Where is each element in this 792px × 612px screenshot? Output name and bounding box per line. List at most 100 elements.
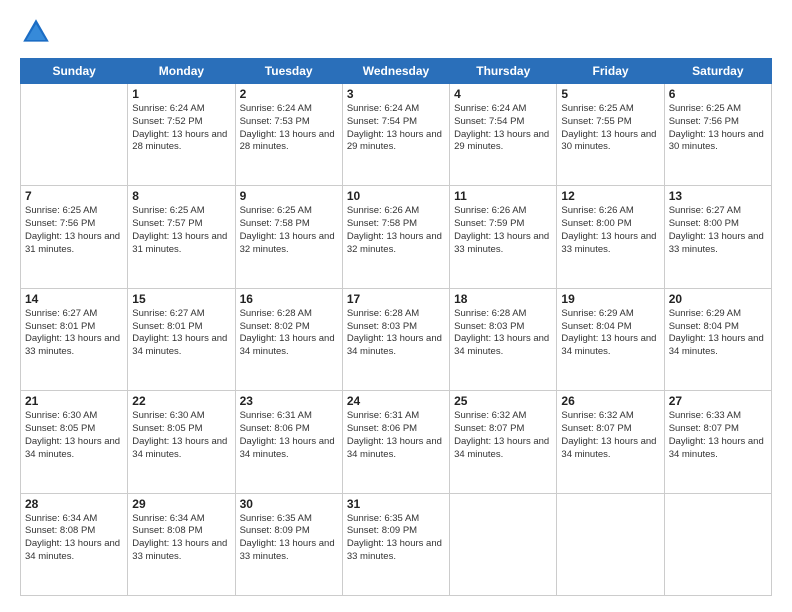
calendar-cell: 9Sunrise: 6:25 AM Sunset: 7:58 PM Daylig… (235, 186, 342, 288)
day-number: 7 (25, 189, 123, 203)
calendar-cell: 28 Sunrise: 6:34 AM Sunset: 8:08 PM Dayli… (21, 493, 128, 595)
day-number: 18 (454, 292, 552, 306)
day-info: Sunrise: 6:25 AM Sunset: 7:56 PM Dayligh… (25, 205, 123, 256)
day-number: 13 (669, 189, 767, 203)
day-info: Sunrise: 6:25 AM Sunset: 7:55 PM Dayligh… (561, 103, 659, 154)
day-info: Sunrise: 6:24 AM Sunset: 7:54 PM Dayligh… (454, 103, 552, 154)
header-cell-wednesday: Wednesday (342, 59, 449, 84)
day-info: Sunrise: 6:28 AM Sunset: 8:03 PM Dayligh… (347, 308, 445, 359)
calendar-cell: 5 Sunrise: 6:25 AM Sunset: 7:55 PM Daylig… (557, 84, 664, 186)
calendar-week-3: 21Sunrise: 6:30 AM Sunset: 8:05 PM Dayli… (21, 391, 772, 493)
calendar-header-row: SundayMondayTuesdayWednesdayThursdayFrid… (21, 59, 772, 84)
day-info: Sunrise: 6:26 AM Sunset: 7:58 PM Dayligh… (347, 205, 445, 256)
day-number: 12 (561, 189, 659, 203)
day-number: 30 (240, 497, 338, 511)
day-number: 15 (132, 292, 230, 306)
calendar-cell: 7 Sunrise: 6:25 AM Sunset: 7:56 PM Daylig… (21, 186, 128, 288)
day-number: 2 (240, 87, 338, 101)
day-info: Sunrise: 6:35 AM Sunset: 8:09 PM Dayligh… (240, 513, 338, 564)
day-number: 29 (132, 497, 230, 511)
day-number: 4 (454, 87, 552, 101)
calendar-cell: 11 Sunrise: 6:26 AM Sunset: 7:59 PM Dayli… (450, 186, 557, 288)
header-cell-thursday: Thursday (450, 59, 557, 84)
day-number: 9 (240, 189, 338, 203)
page: SundayMondayTuesdayWednesdayThursdayFrid… (0, 0, 792, 612)
day-info: Sunrise: 6:32 AM Sunset: 8:07 PM Dayligh… (561, 410, 659, 461)
day-info: Sunrise: 6:26 AM Sunset: 8:00 PM Dayligh… (561, 205, 659, 256)
calendar-cell (21, 84, 128, 186)
calendar-cell (557, 493, 664, 595)
calendar-cell: 31 Sunrise: 6:35 AM Sunset: 8:09 PM Dayli… (342, 493, 449, 595)
day-info: Sunrise: 6:31 AM Sunset: 8:06 PM Dayligh… (240, 410, 338, 461)
day-number: 1 (132, 87, 230, 101)
day-info: Sunrise: 6:24 AM Sunset: 7:52 PM Dayligh… (132, 103, 230, 154)
day-info: Sunrise: 6:35 AM Sunset: 8:09 PM Dayligh… (347, 513, 445, 564)
day-number: 10 (347, 189, 445, 203)
day-info: Sunrise: 6:24 AM Sunset: 7:53 PM Dayligh… (240, 103, 338, 154)
day-number: 14 (25, 292, 123, 306)
calendar-cell: 16Sunrise: 6:28 AM Sunset: 8:02 PM Dayli… (235, 288, 342, 390)
calendar-cell: 12 Sunrise: 6:26 AM Sunset: 8:00 PM Dayli… (557, 186, 664, 288)
calendar-cell: 25Sunrise: 6:32 AM Sunset: 8:07 PM Dayli… (450, 391, 557, 493)
day-number: 3 (347, 87, 445, 101)
calendar-cell: 2 Sunrise: 6:24 AM Sunset: 7:53 PM Daylig… (235, 84, 342, 186)
day-info: Sunrise: 6:27 AM Sunset: 8:01 PM Dayligh… (132, 308, 230, 359)
day-info: Sunrise: 6:30 AM Sunset: 8:05 PM Dayligh… (25, 410, 123, 461)
calendar-cell: 20 Sunrise: 6:29 AM Sunset: 8:04 PM Dayli… (664, 288, 771, 390)
day-info: Sunrise: 6:31 AM Sunset: 8:06 PM Dayligh… (347, 410, 445, 461)
calendar-cell: 15 Sunrise: 6:27 AM Sunset: 8:01 PM Dayli… (128, 288, 235, 390)
calendar-cell: 22 Sunrise: 6:30 AM Sunset: 8:05 PM Dayli… (128, 391, 235, 493)
calendar-cell (664, 493, 771, 595)
day-number: 19 (561, 292, 659, 306)
day-number: 24 (347, 394, 445, 408)
calendar-week-2: 14 Sunrise: 6:27 AM Sunset: 8:01 PM Dayli… (21, 288, 772, 390)
day-number: 6 (669, 87, 767, 101)
calendar-cell: 14 Sunrise: 6:27 AM Sunset: 8:01 PM Dayli… (21, 288, 128, 390)
header (20, 16, 772, 48)
day-number: 20 (669, 292, 767, 306)
calendar: SundayMondayTuesdayWednesdayThursdayFrid… (20, 58, 772, 596)
day-info: Sunrise: 6:28 AM Sunset: 8:03 PM Dayligh… (454, 308, 552, 359)
calendar-cell: 19 Sunrise: 6:29 AM Sunset: 8:04 PM Dayli… (557, 288, 664, 390)
day-info: Sunrise: 6:29 AM Sunset: 8:04 PM Dayligh… (669, 308, 767, 359)
day-info: Sunrise: 6:26 AM Sunset: 7:59 PM Dayligh… (454, 205, 552, 256)
calendar-cell: 8Sunrise: 6:25 AM Sunset: 7:57 PM Daylig… (128, 186, 235, 288)
calendar-week-4: 28 Sunrise: 6:34 AM Sunset: 8:08 PM Dayli… (21, 493, 772, 595)
calendar-week-0: 1 Sunrise: 6:24 AM Sunset: 7:52 PM Daylig… (21, 84, 772, 186)
day-number: 27 (669, 394, 767, 408)
calendar-cell: 24 Sunrise: 6:31 AM Sunset: 8:06 PM Dayli… (342, 391, 449, 493)
day-number: 25 (454, 394, 552, 408)
day-info: Sunrise: 6:30 AM Sunset: 8:05 PM Dayligh… (132, 410, 230, 461)
day-info: Sunrise: 6:27 AM Sunset: 8:01 PM Dayligh… (25, 308, 123, 359)
calendar-cell: 27 Sunrise: 6:33 AM Sunset: 8:07 PM Dayli… (664, 391, 771, 493)
calendar-cell: 13Sunrise: 6:27 AM Sunset: 8:00 PM Dayli… (664, 186, 771, 288)
calendar-cell: 30 Sunrise: 6:35 AM Sunset: 8:09 PM Dayli… (235, 493, 342, 595)
calendar-cell: 29Sunrise: 6:34 AM Sunset: 8:08 PM Dayli… (128, 493, 235, 595)
calendar-cell (450, 493, 557, 595)
header-cell-monday: Monday (128, 59, 235, 84)
calendar-body: 1 Sunrise: 6:24 AM Sunset: 7:52 PM Daylig… (21, 84, 772, 596)
day-info: Sunrise: 6:24 AM Sunset: 7:54 PM Dayligh… (347, 103, 445, 154)
calendar-cell: 23Sunrise: 6:31 AM Sunset: 8:06 PM Dayli… (235, 391, 342, 493)
calendar-cell: 4 Sunrise: 6:24 AM Sunset: 7:54 PM Daylig… (450, 84, 557, 186)
day-info: Sunrise: 6:34 AM Sunset: 8:08 PM Dayligh… (25, 513, 123, 564)
day-info: Sunrise: 6:33 AM Sunset: 8:07 PM Dayligh… (669, 410, 767, 461)
day-number: 17 (347, 292, 445, 306)
day-info: Sunrise: 6:25 AM Sunset: 7:56 PM Dayligh… (669, 103, 767, 154)
header-cell-saturday: Saturday (664, 59, 771, 84)
calendar-cell: 1 Sunrise: 6:24 AM Sunset: 7:52 PM Daylig… (128, 84, 235, 186)
day-number: 31 (347, 497, 445, 511)
header-cell-sunday: Sunday (21, 59, 128, 84)
calendar-week-1: 7 Sunrise: 6:25 AM Sunset: 7:56 PM Daylig… (21, 186, 772, 288)
day-number: 5 (561, 87, 659, 101)
header-cell-tuesday: Tuesday (235, 59, 342, 84)
calendar-cell: 10 Sunrise: 6:26 AM Sunset: 7:58 PM Dayli… (342, 186, 449, 288)
logo-icon (20, 16, 52, 48)
day-number: 11 (454, 189, 552, 203)
day-number: 28 (25, 497, 123, 511)
header-cell-friday: Friday (557, 59, 664, 84)
day-number: 26 (561, 394, 659, 408)
calendar-cell: 6 Sunrise: 6:25 AM Sunset: 7:56 PM Daylig… (664, 84, 771, 186)
day-info: Sunrise: 6:29 AM Sunset: 8:04 PM Dayligh… (561, 308, 659, 359)
day-number: 22 (132, 394, 230, 408)
